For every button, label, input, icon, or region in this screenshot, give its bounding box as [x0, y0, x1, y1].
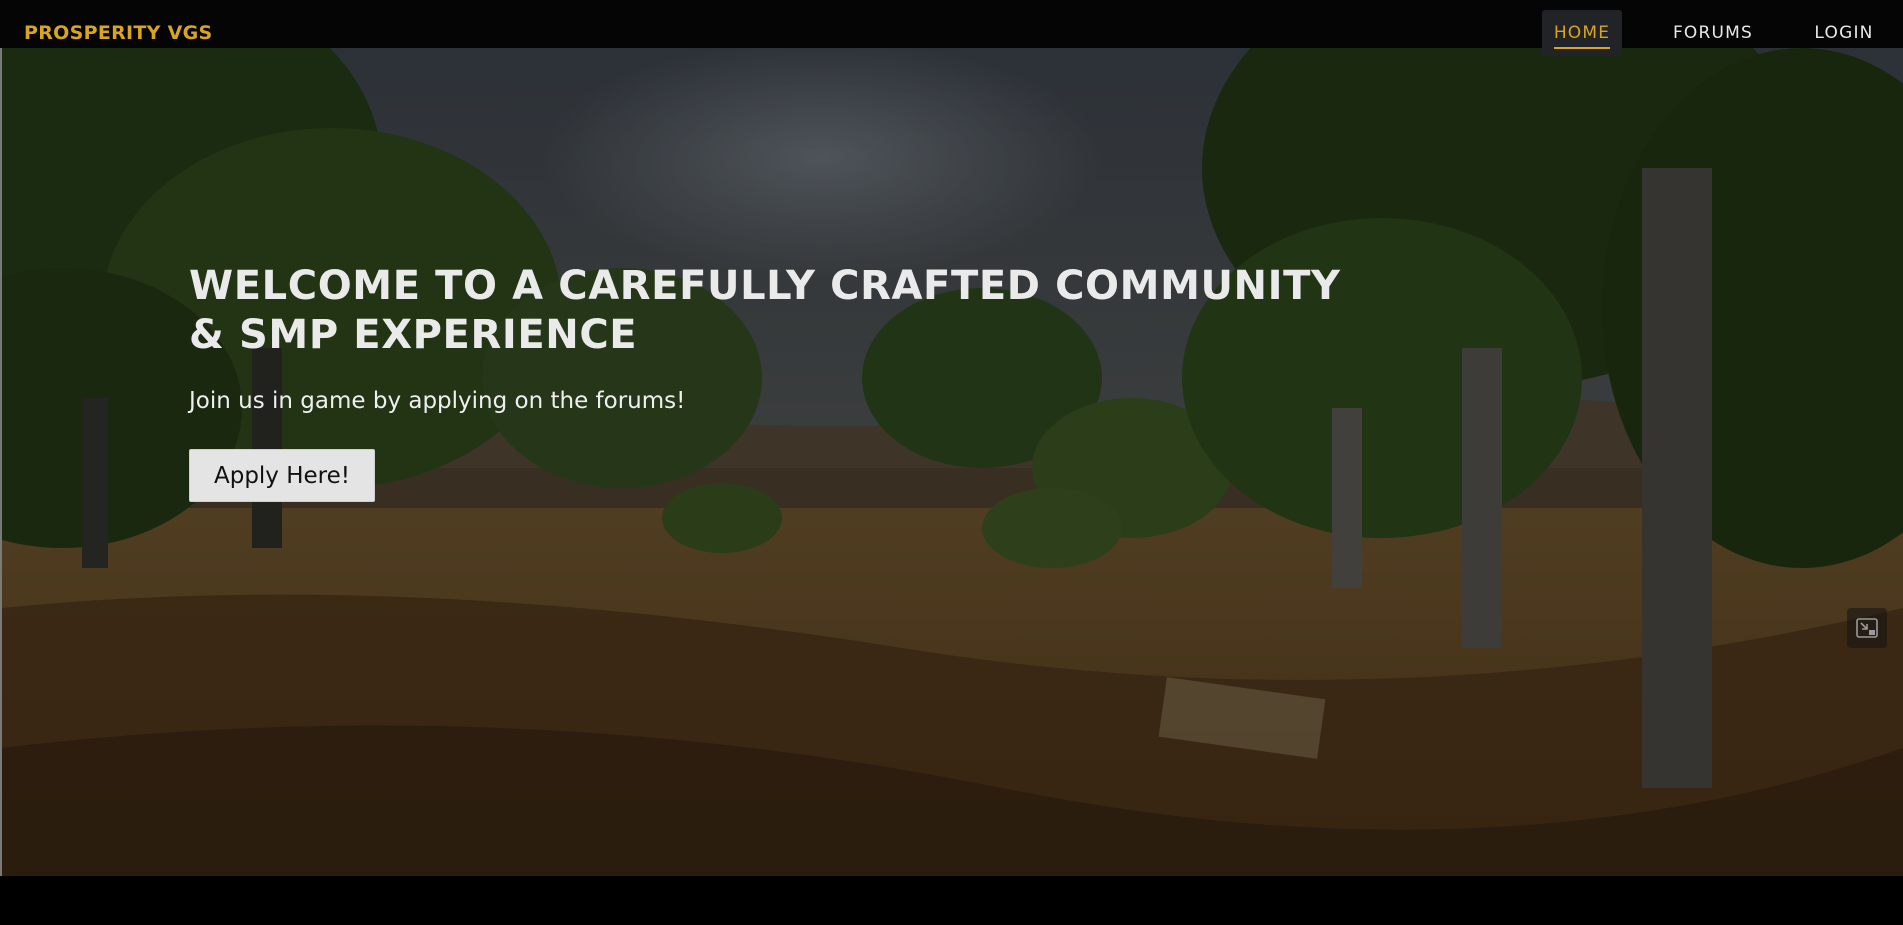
- exit-fullscreen-icon: [1856, 618, 1878, 638]
- exit-fullscreen-button[interactable]: [1847, 608, 1887, 648]
- page: WELCOME TO A CAREFULLY CRAFTED COMMUNITY…: [0, 0, 1903, 925]
- hero-subtitle: Join us in game by applying on the forum…: [189, 388, 686, 414]
- footer-strip: [0, 876, 1903, 925]
- nav-item-label: LOGIN: [1814, 23, 1874, 43]
- hero-content: WELCOME TO A CAREFULLY CRAFTED COMMUNITY…: [189, 262, 1389, 502]
- nav-item-forums[interactable]: FORUMS: [1661, 10, 1765, 56]
- brand-logo[interactable]: PROSPERITY VGS: [24, 22, 213, 44]
- nav-item-home[interactable]: HOME: [1542, 10, 1622, 56]
- nav-item-label: FORUMS: [1672, 23, 1754, 43]
- nav-item-login[interactable]: LOGIN: [1797, 10, 1891, 56]
- top-navbar: PROSPERITY VGS HOME FORUMS LOGIN: [0, 0, 1903, 56]
- nav-item-label: HOME: [1553, 23, 1611, 49]
- apply-button[interactable]: Apply Here!: [189, 449, 375, 502]
- hero-title: WELCOME TO A CAREFULLY CRAFTED COMMUNITY…: [189, 263, 1341, 358]
- left-edge-border: [0, 48, 2, 876]
